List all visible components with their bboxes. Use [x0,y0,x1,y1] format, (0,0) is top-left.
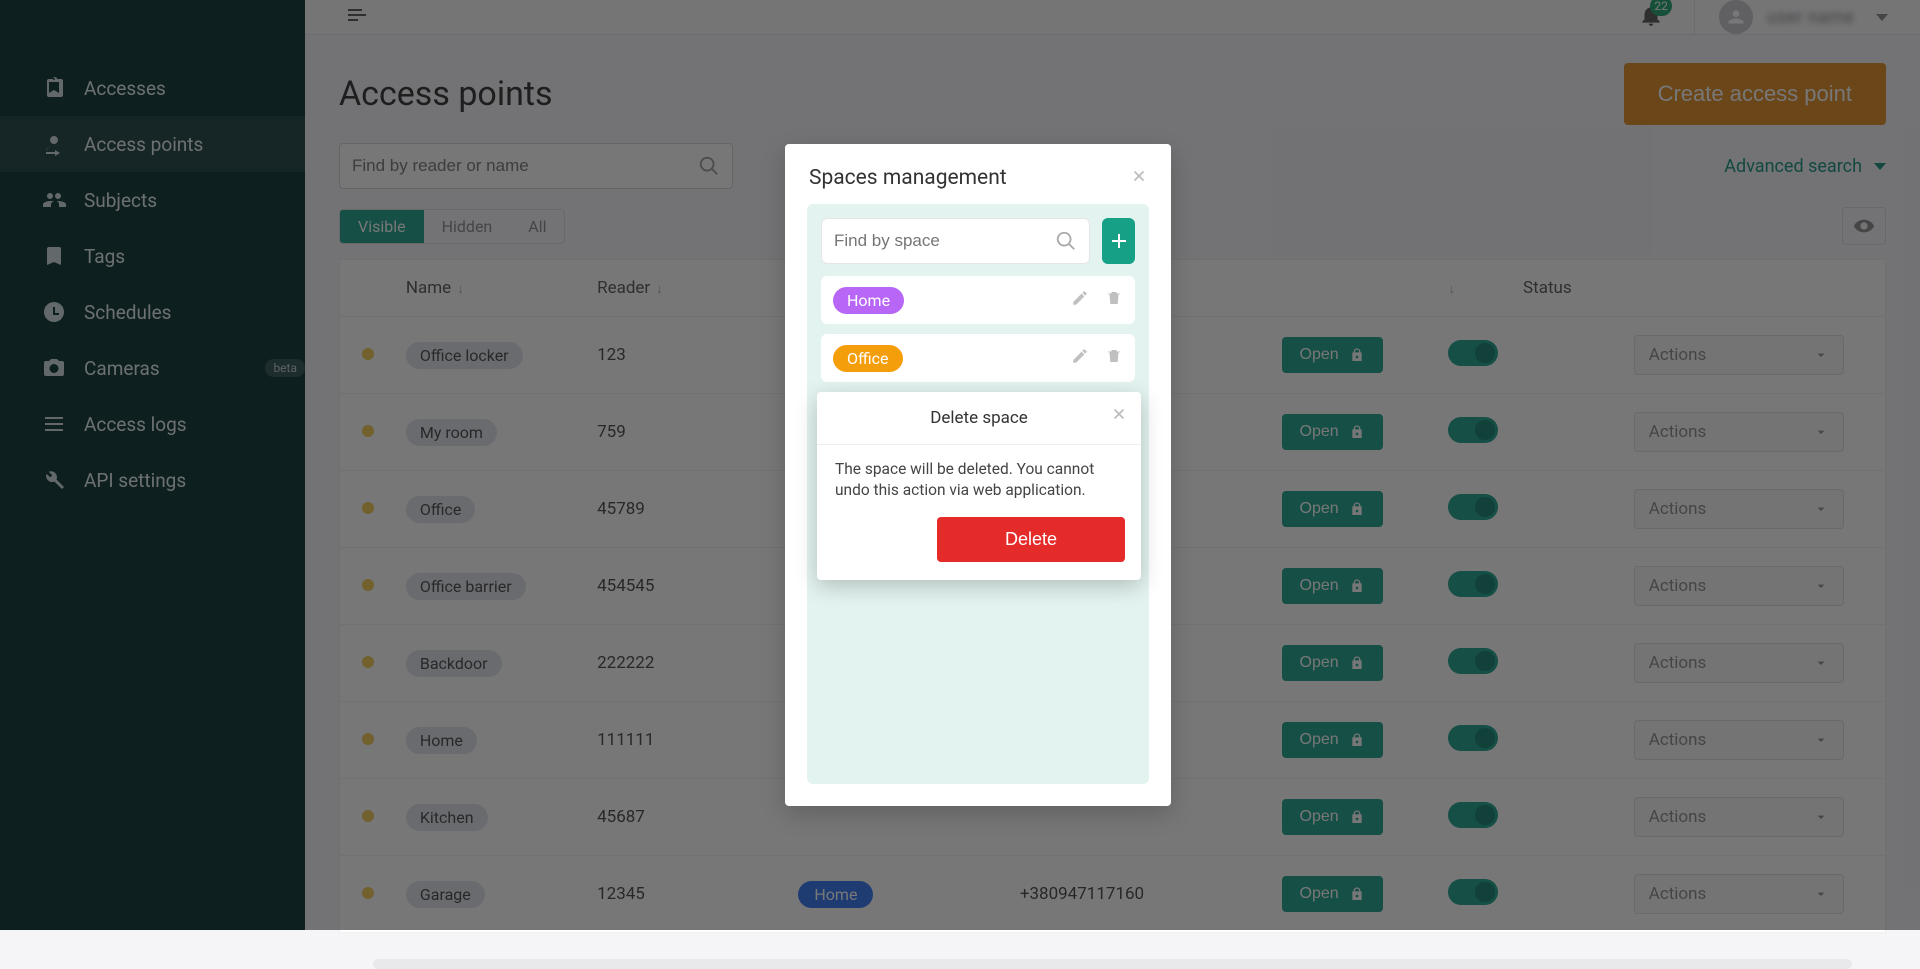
confirm-body: The space will be deleted. You cannot un… [817,445,1141,507]
edit-icon[interactable] [1071,289,1089,311]
spaces-search-input-wrapper[interactable] [821,218,1090,264]
spaces-search-input[interactable] [834,231,1055,251]
trash-icon[interactable] [1105,347,1123,369]
search-icon [1055,230,1077,252]
space-chip: Office [833,345,903,372]
modal-header: Spaces management [785,144,1171,204]
close-icon[interactable] [1111,406,1127,426]
space-item: Office [821,334,1135,382]
close-icon[interactable] [1131,168,1147,188]
delete-space-confirm: Delete space The space will be deleted. … [817,392,1141,580]
horizontal-scrollbar[interactable] [373,959,1852,969]
modal-title: Spaces management [809,166,1131,190]
app-root: Accesses Access points Subjects Tags Sch… [0,0,1920,930]
delete-button[interactable]: Delete [937,517,1125,562]
confirm-title: Delete space [817,408,1141,428]
trash-icon[interactable] [1105,289,1123,311]
space-chip: Home [833,287,904,314]
edit-icon[interactable] [1071,347,1089,369]
space-item: Home [821,276,1135,324]
add-space-button[interactable] [1102,218,1135,264]
